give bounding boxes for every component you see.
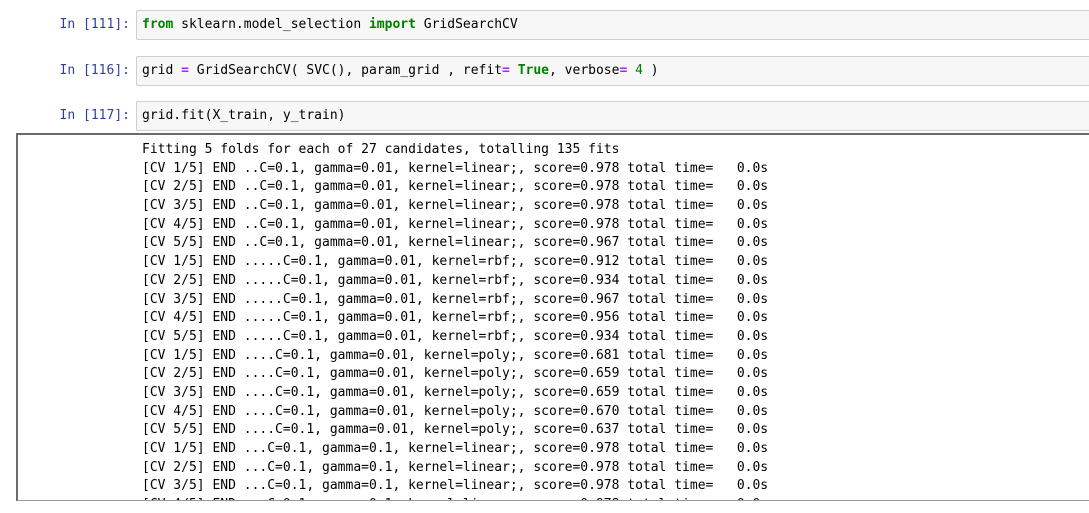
output-line: [CV 3/5] END ..C=0.1, gamma=0.01, kernel… xyxy=(142,198,769,214)
output-line: [CV 3/5] END ...C=0.1, gamma=0.1, kernel… xyxy=(142,478,769,494)
output-line: [CV 4/5] END ...C=0.1, gamma=0.1, kernel… xyxy=(142,496,768,500)
code-token-kw: import xyxy=(368,17,416,32)
code-token-plain: grid xyxy=(142,63,182,78)
code-token-op: = xyxy=(181,63,189,78)
code-token-plain: ) xyxy=(642,63,659,78)
output-line: [CV 5/5] END ....C=0.1, gamma=0.01, kern… xyxy=(142,422,769,438)
output-line: [CV 5/5] END ..C=0.1, gamma=0.01, kernel… xyxy=(142,235,769,251)
output-line: [CV 2/5] END .....C=0.1, gamma=0.01, ker… xyxy=(142,272,769,288)
code-token-kw: from xyxy=(142,17,174,32)
code-token-plain: sklearn.model_selection xyxy=(173,17,369,32)
code-input[interactable]: grid.fit(X_train, y_train) xyxy=(136,101,1089,131)
output-line: [CV 4/5] END ....C=0.1, gamma=0.01, kern… xyxy=(142,403,769,419)
code-token-plain: GridSearchCV( SVC(), param_grid , refit xyxy=(188,63,503,78)
code-token-op: = xyxy=(502,63,510,78)
output-line: [CV 1/5] END ...C=0.1, gamma=0.1, kernel… xyxy=(142,441,769,456)
output-line: [CV 1/5] END .....C=0.1, gamma=0.01, ker… xyxy=(142,254,769,270)
code-token-plain: grid.fit(X_train, y_train) xyxy=(142,108,346,123)
output-line: [CV 3/5] END ....C=0.1, gamma=0.01, kern… xyxy=(142,384,769,400)
output-line: [CV 4/5] END .....C=0.1, gamma=0.01, ker… xyxy=(142,310,769,326)
code-input[interactable]: from sklearn.model_selection import Grid… xyxy=(136,10,1089,40)
cell-output-area[interactable]: Fitting 5 folds for each of 27 candidate… xyxy=(16,133,1089,501)
cell-prompt: In [111]: xyxy=(59,17,130,32)
output-line: Fitting 5 folds for each of 27 candidate… xyxy=(142,142,620,157)
output-line: [CV 1/5] END ....C=0.1, gamma=0.01, kern… xyxy=(142,347,769,363)
code-token-plain: , verbose xyxy=(549,63,620,78)
output-line: [CV 2/5] END ..C=0.1, gamma=0.01, kernel… xyxy=(142,179,769,195)
cell-prompt: In [116]: xyxy=(59,63,130,78)
output-line: [CV 2/5] END ...C=0.1, gamma=0.1, kernel… xyxy=(142,459,769,475)
notebook: In [111]: from sklearn.model_selection i… xyxy=(0,0,1089,513)
output-line: [CV 4/5] END ..C=0.1, gamma=0.01, kernel… xyxy=(142,216,769,232)
output-text: Fitting 5 folds for each of 27 candidate… xyxy=(142,141,769,500)
cell-prompt: In [117]: xyxy=(59,108,130,123)
output-line: [CV 5/5] END .....C=0.1, gamma=0.01, ker… xyxy=(142,328,769,344)
code-token-kw: True xyxy=(517,63,550,78)
code-token-num: 4 xyxy=(635,63,643,78)
output-line: [CV 3/5] END .....C=0.1, gamma=0.01, ker… xyxy=(142,291,769,307)
output-line: [CV 1/5] END ..C=0.1, gamma=0.01, kernel… xyxy=(142,160,769,176)
output-line: [CV 2/5] END ....C=0.1, gamma=0.01, kern… xyxy=(142,366,769,382)
code-input[interactable]: grid = GridSearchCV( SVC(), param_grid ,… xyxy=(136,56,1089,86)
code-token-plain: GridSearchCV xyxy=(415,17,518,32)
